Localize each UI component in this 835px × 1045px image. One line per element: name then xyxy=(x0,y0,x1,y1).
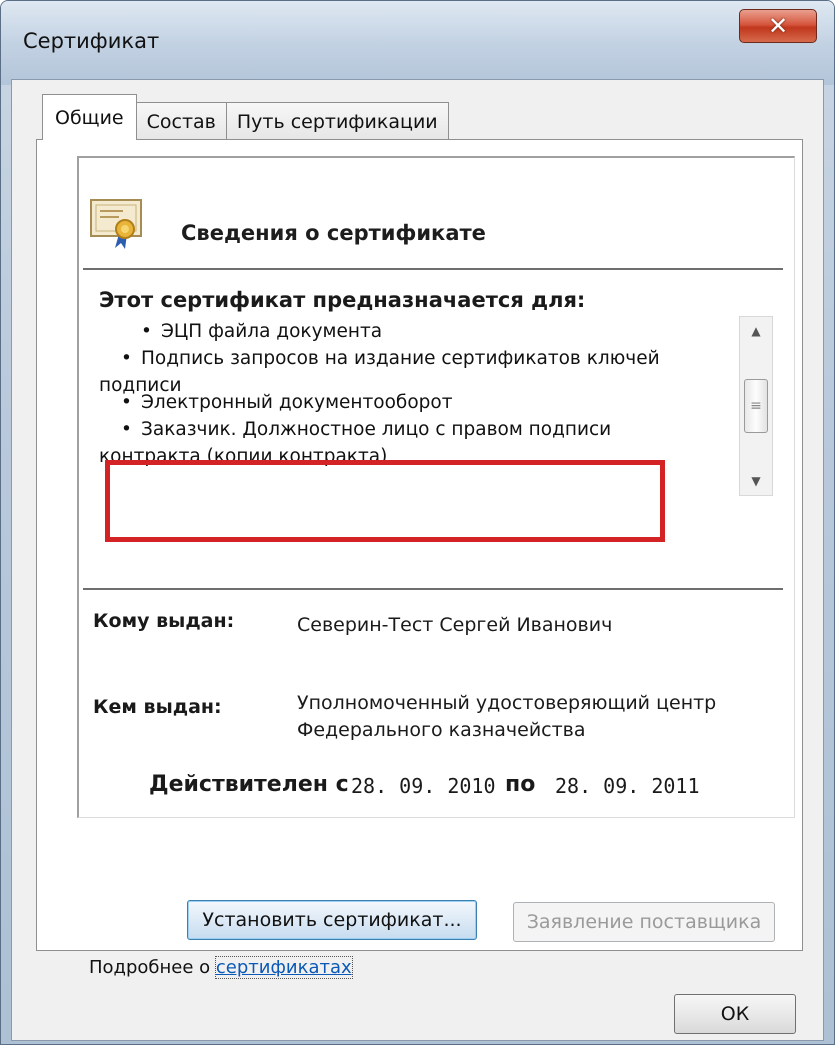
valid-to-date: 28. 09. 2011 xyxy=(555,774,700,798)
divider xyxy=(83,268,783,270)
certificate-info-title: Сведения о сертификате xyxy=(181,221,486,245)
tab-strip: Общие Состав Путь сертификации xyxy=(42,94,449,140)
title-bar[interactable]: Сертификат ✕ xyxy=(1,1,834,85)
valid-to-label: по xyxy=(505,772,536,797)
divider xyxy=(83,588,783,590)
tab-details[interactable]: Состав xyxy=(135,102,227,140)
more-info-text: Подробнее о сертификатах xyxy=(89,956,353,979)
ok-button[interactable]: ОК xyxy=(674,994,796,1034)
issued-to-value: Северин-Тест Сергей Иванович xyxy=(297,614,613,636)
purpose-item: • ЭЦП файла документа xyxy=(141,321,383,342)
install-certificate-button[interactable]: Установить сертификат... xyxy=(187,900,477,940)
grip-icon: ≡ xyxy=(750,398,762,414)
purpose-scrollbar[interactable]: ▲ ≡ ▼ xyxy=(739,316,773,496)
highlight-box xyxy=(105,460,665,542)
certificate-dialog: Сертификат ✕ Общие Состав Путь сертифика… xyxy=(0,0,835,1045)
purpose-title: Этот сертификат предназначается для: xyxy=(99,288,586,312)
scroll-up-arrow-icon[interactable]: ▲ xyxy=(740,317,772,345)
dialog-client-area: Общие Состав Путь сертификации Сведения … xyxy=(11,79,824,1041)
purpose-item: • Подпись запросов на издание сертификато… xyxy=(121,348,660,369)
scroll-thumb[interactable]: ≡ xyxy=(744,379,768,433)
close-icon: ✕ xyxy=(767,12,789,40)
purpose-item: • Заказчик. Должностное лицо с правом под… xyxy=(121,419,612,440)
tab-general[interactable]: Общие xyxy=(42,94,137,140)
scroll-down-arrow-icon[interactable]: ▼ xyxy=(740,467,772,495)
issued-by-value-line1: Уполномоченный удостоверяющий центр xyxy=(297,692,717,714)
certificate-info-box: Сведения о сертификате Этот сертификат п… xyxy=(77,156,795,818)
tab-certification-path[interactable]: Путь сертификации xyxy=(225,102,449,140)
issued-to-label: Кому выдан: xyxy=(93,610,235,632)
certificate-icon xyxy=(90,199,142,249)
issuer-statement-button[interactable]: Заявление поставщика xyxy=(513,902,775,942)
valid-from-date: 28. 09. 2010 xyxy=(351,774,496,798)
purpose-item: • Электронный документооборот xyxy=(121,392,453,413)
issued-by-label: Кем выдан: xyxy=(93,696,222,718)
tab-panel-general: Сведения о сертификате Этот сертификат п… xyxy=(36,139,803,979)
issued-by-value-line2: Федерального казначейства xyxy=(297,719,586,741)
certificates-link[interactable]: сертификатах xyxy=(214,956,353,979)
close-button[interactable]: ✕ xyxy=(739,9,817,43)
window-title: Сертификат xyxy=(23,29,160,53)
valid-from-label: Действителен с xyxy=(149,772,349,797)
